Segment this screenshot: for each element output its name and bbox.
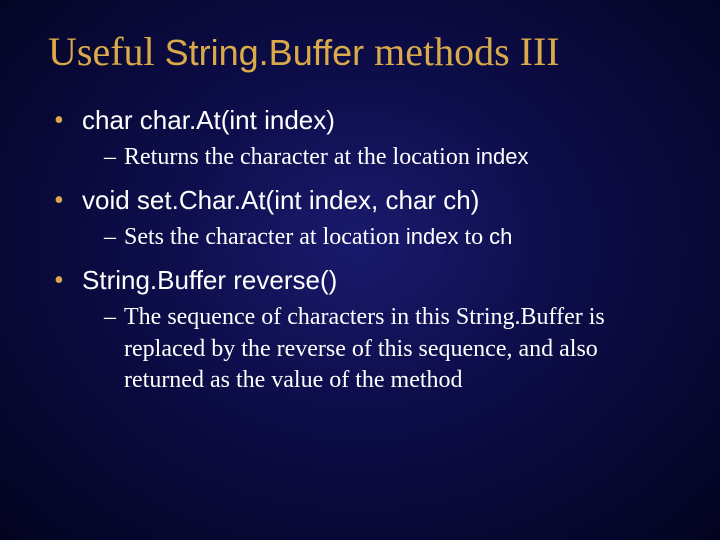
sub-item: The sequence of characters in this Strin…: [104, 302, 672, 396]
method-signature: String.Buffer reverse(): [82, 265, 337, 295]
desc-text: The sequence of characters in this Strin…: [124, 304, 605, 392]
sub-list: Returns the character at the location in…: [82, 142, 672, 173]
desc-text: Sets the character at location: [124, 224, 406, 250]
slide: Useful String.Buffer methods III char ch…: [0, 0, 720, 540]
title-code: String.Buffer: [165, 32, 364, 73]
desc-text: to: [458, 224, 489, 250]
desc-code: ch: [489, 224, 512, 249]
bullet-item: String.Buffer reverse() The sequence of …: [52, 263, 672, 396]
desc-text: Returns the character at the location: [124, 144, 476, 170]
method-signature: void set.Char.At(int index, char ch): [82, 185, 479, 215]
sub-list: Sets the character at location index to …: [82, 222, 672, 253]
title-post: methods III: [364, 29, 560, 74]
method-signature: char char.At(int index): [82, 105, 335, 135]
slide-title: Useful String.Buffer methods III: [48, 28, 672, 75]
bullet-item: char char.At(int index) Returns the char…: [52, 103, 672, 173]
desc-code: index: [406, 224, 459, 249]
bullet-list: char char.At(int index) Returns the char…: [48, 103, 672, 396]
bullet-item: void set.Char.At(int index, char ch) Set…: [52, 183, 672, 253]
sub-list: The sequence of characters in this Strin…: [82, 302, 672, 396]
sub-item: Returns the character at the location in…: [104, 142, 672, 173]
desc-code: index: [476, 144, 529, 169]
sub-item: Sets the character at location index to …: [104, 222, 672, 253]
title-pre: Useful: [48, 29, 165, 74]
